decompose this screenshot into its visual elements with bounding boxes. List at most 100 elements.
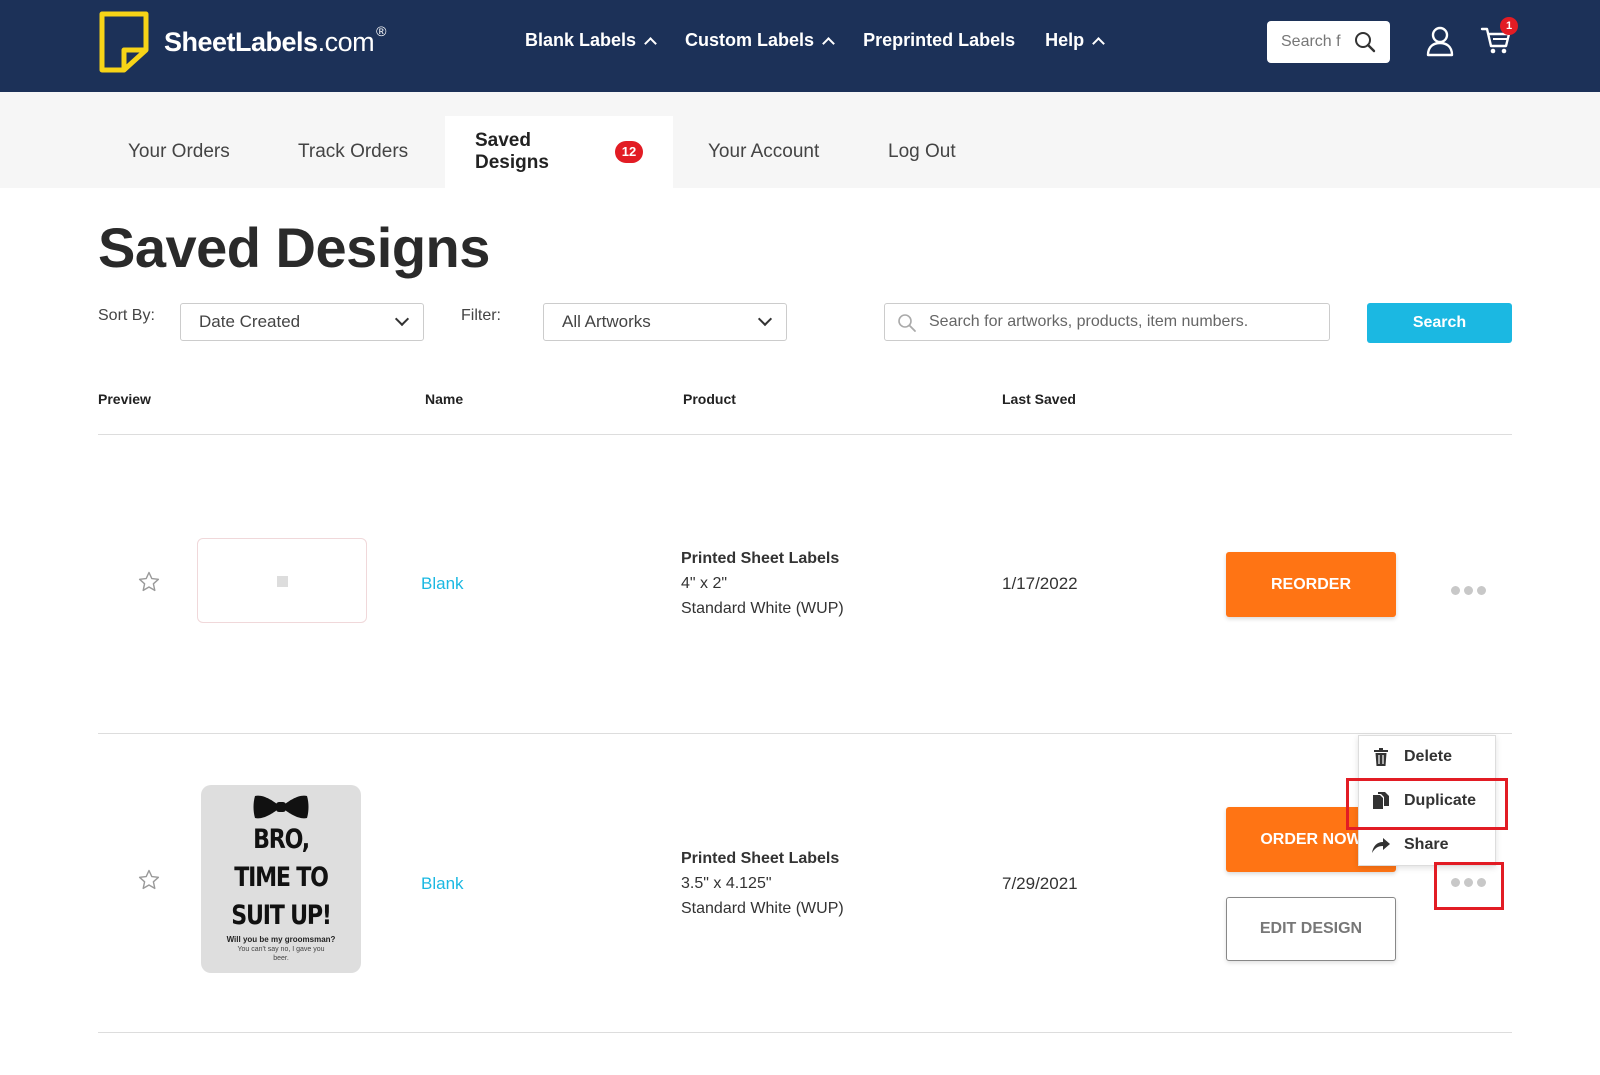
filter-label: Filter: xyxy=(461,307,501,324)
row-actions-menu: Delete Duplicate Share xyxy=(1358,735,1496,866)
dot xyxy=(1476,585,1486,595)
nav-custom-labels[interactable]: Custom Labels xyxy=(685,30,835,51)
caret-up-icon xyxy=(644,37,657,50)
product-material: Standard White (WUP) xyxy=(681,900,844,917)
product-title: Printed Sheet Labels xyxy=(681,850,840,867)
nav-help[interactable]: Help xyxy=(1045,30,1106,51)
art-headline-line: SUIT UP! xyxy=(231,900,332,931)
sort-by-label: Sort By: xyxy=(98,307,155,324)
tab-label: Your Account xyxy=(708,141,820,162)
saved-designs-count-badge: 12 xyxy=(615,141,643,163)
main-nav: Blank Labels Custom Labels Preprinted La… xyxy=(525,30,1106,51)
share-arrow-icon xyxy=(1372,838,1390,853)
filter-value: All Artworks xyxy=(562,312,651,331)
designs-search-box xyxy=(884,303,1330,341)
art-headline-line: TIME TO xyxy=(234,862,329,893)
row-divider xyxy=(98,733,1512,734)
trash-icon xyxy=(1374,748,1388,766)
design-name-link[interactable]: Blank xyxy=(421,574,464,594)
site-logo[interactable]: SheetLabels.com ® xyxy=(98,10,386,74)
account-tabs: Your Orders Track Orders Saved Designs 1… xyxy=(0,92,1600,188)
dot xyxy=(1450,585,1460,595)
top-header: SheetLabels.com ® Blank Labels Custom Lab… xyxy=(0,0,1600,92)
header-search-input[interactable] xyxy=(1281,33,1347,51)
product-title: Printed Sheet Labels xyxy=(681,550,840,567)
favorite-star-icon[interactable] xyxy=(137,868,161,892)
tab-label: Track Orders xyxy=(298,141,409,162)
filter-select[interactable]: All Artworks xyxy=(543,303,787,341)
last-saved-date: 7/29/2021 xyxy=(1002,874,1078,893)
more-options-icon[interactable] xyxy=(1448,581,1488,599)
dot xyxy=(1463,585,1473,595)
art-subtitle: Will you be my groomsman? xyxy=(226,935,336,944)
art-headline-line: BRO, xyxy=(253,824,310,855)
tab-your-orders[interactable]: Your Orders xyxy=(98,116,260,188)
caret-up-icon xyxy=(822,37,835,50)
sort-by-select[interactable]: Date Created xyxy=(180,303,424,341)
search-icon xyxy=(898,314,916,332)
product-info: Printed Sheet Labels 4" x 2" Standard Wh… xyxy=(681,546,844,621)
logo-wordmark: SheetLabels.com ® xyxy=(164,23,386,58)
search-icon[interactable] xyxy=(1354,31,1376,53)
header-search xyxy=(1267,21,1390,63)
tab-label: Saved Designs xyxy=(475,130,549,173)
design-preview-thumbnail[interactable] xyxy=(197,538,367,623)
tab-saved-designs[interactable]: Saved Designs 12 xyxy=(445,116,673,188)
product-info: Printed Sheet Labels 3.5" x 4.125" Stand… xyxy=(681,846,844,921)
design-preview-thumbnail[interactable]: BRO, TIME TO SUIT UP! Will you be my gro… xyxy=(201,785,361,973)
menu-item-label: Duplicate xyxy=(1404,792,1477,809)
designs-search-input[interactable] xyxy=(929,313,1319,331)
menu-item-delete[interactable]: Delete xyxy=(1359,737,1497,777)
nav-label: Preprinted Labels xyxy=(863,30,1016,50)
caret-up-icon xyxy=(1092,37,1106,50)
edit-design-button[interactable]: EDIT DESIGN xyxy=(1226,897,1396,961)
more-options-icon[interactable] xyxy=(1448,873,1488,891)
product-material: Standard White (WUP) xyxy=(681,600,844,617)
tab-label: Log Out xyxy=(888,141,956,162)
menu-item-label: Share xyxy=(1404,836,1449,853)
art-headline: BRO, TIME TO SUIT UP! xyxy=(215,821,346,935)
column-header-name: Name xyxy=(425,391,464,407)
menu-item-label: Delete xyxy=(1404,748,1453,765)
duplicate-icon xyxy=(1373,792,1389,809)
tab-track-orders[interactable]: Track Orders xyxy=(268,116,438,188)
cart-count-badge: 1 xyxy=(1500,17,1518,35)
nav-preprinted-labels[interactable]: Preprinted Labels xyxy=(863,30,1015,51)
sort-by-value: Date Created xyxy=(199,312,301,331)
tab-your-account[interactable]: Your Account xyxy=(678,116,849,188)
design-name-link[interactable]: Blank xyxy=(421,874,464,894)
last-saved-date: 1/17/2022 xyxy=(1002,574,1078,593)
dot xyxy=(1476,877,1486,887)
chevron-down-icon xyxy=(394,311,410,327)
chevron-down-icon xyxy=(757,311,773,327)
product-size: 4" x 2" xyxy=(681,575,728,592)
reorder-button[interactable]: REORDER xyxy=(1226,552,1396,617)
placeholder-square xyxy=(277,576,288,587)
user-account-icon[interactable] xyxy=(1426,25,1454,57)
search-button[interactable]: Search xyxy=(1367,303,1512,343)
product-size: 3.5" x 4.125" xyxy=(681,875,772,892)
nav-label: Custom Labels xyxy=(685,30,815,50)
row-divider xyxy=(98,1032,1512,1033)
table-header-divider xyxy=(98,434,1512,435)
page-title: Saved Designs xyxy=(98,216,490,279)
tab-log-out[interactable]: Log Out xyxy=(858,116,986,188)
menu-item-duplicate[interactable]: Duplicate xyxy=(1359,781,1497,821)
bowtie-icon xyxy=(253,795,309,819)
logo-name: SheetLabels xyxy=(164,26,318,57)
menu-item-share[interactable]: Share xyxy=(1359,825,1497,865)
column-header-product: Product xyxy=(683,391,736,407)
column-header-last-saved: Last Saved xyxy=(1002,391,1076,407)
nav-label: Blank Labels xyxy=(525,30,637,50)
art-subtext: You can't say no, I gave you beer. xyxy=(237,946,325,962)
logo-label-icon xyxy=(99,11,149,73)
logo-tld: .com xyxy=(317,26,375,57)
logo-registered: ® xyxy=(376,22,386,39)
dot xyxy=(1463,877,1473,887)
favorite-star-icon[interactable] xyxy=(137,570,161,594)
dot xyxy=(1450,877,1460,887)
nav-label: Help xyxy=(1045,30,1085,50)
nav-blank-labels[interactable]: Blank Labels xyxy=(525,30,657,51)
column-header-preview: Preview xyxy=(98,391,151,407)
tab-label: Your Orders xyxy=(128,141,230,162)
